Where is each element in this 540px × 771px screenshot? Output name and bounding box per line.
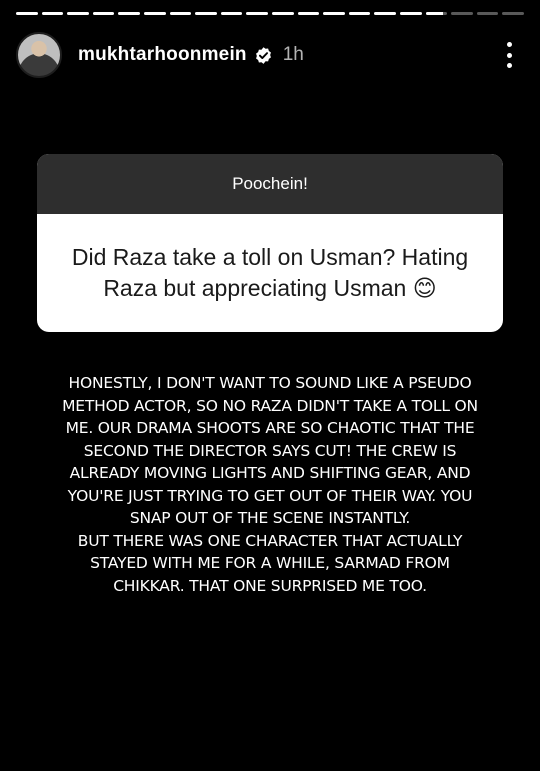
question-sticker[interactable]: Poochein! Did Raza take a toll on Usman?… [37, 154, 503, 332]
progress-segment [67, 12, 89, 15]
progress-segment [41, 12, 64, 15]
progress-segment-fill [374, 12, 396, 15]
post-time: 1h [282, 44, 304, 65]
progress-segment [374, 12, 396, 15]
progress-segment-fill [220, 12, 243, 15]
avatar[interactable] [16, 32, 62, 78]
progress-segment [502, 12, 524, 15]
progress-segment [297, 12, 320, 15]
progress-segment [118, 12, 140, 15]
progress-segment [143, 12, 166, 15]
progress-segment [195, 12, 217, 15]
progress-segment [399, 12, 422, 15]
progress-segment [92, 12, 115, 15]
progress-segment [16, 12, 38, 15]
progress-segment [220, 12, 243, 15]
progress-segment-fill [246, 12, 268, 15]
progress-segment [246, 12, 268, 15]
progress-segment-fill [195, 12, 217, 15]
verified-badge-icon [255, 46, 271, 64]
progress-segment-fill [169, 12, 192, 15]
progress-segment-fill [67, 12, 89, 15]
username[interactable]: mukhtarhoonmein [78, 44, 247, 66]
story-header: mukhtarhoonmein 1h [16, 30, 524, 80]
progress-segment [323, 12, 345, 15]
answer-text: HONESTLY, I DON'T WANT TO SOUND LIKE A P… [62, 374, 478, 595]
progress-segment-fill [348, 12, 371, 15]
progress-segment-fill [399, 12, 422, 15]
progress-segment [476, 12, 499, 15]
progress-segment [169, 12, 192, 15]
progress-segment-fill [271, 12, 294, 15]
question-text: Did Raza take a toll on Usman? Hating Ra… [71, 244, 469, 301]
progress-segment-fill [92, 12, 115, 15]
progress-segment [348, 12, 371, 15]
progress-segment-fill [143, 12, 166, 15]
progress-segment-fill [118, 12, 140, 15]
progress-segment [451, 12, 473, 15]
progress-segment [271, 12, 294, 15]
story-progress-bar [16, 12, 524, 16]
progress-segment-fill [41, 12, 64, 15]
progress-segment [425, 12, 448, 15]
progress-segment-fill [323, 12, 345, 15]
progress-segment-fill [425, 12, 443, 15]
progress-segment-fill [297, 12, 320, 15]
more-vertical-icon[interactable] [504, 42, 514, 68]
question-title: Poochein! [37, 154, 503, 214]
progress-segment-fill [16, 12, 38, 15]
